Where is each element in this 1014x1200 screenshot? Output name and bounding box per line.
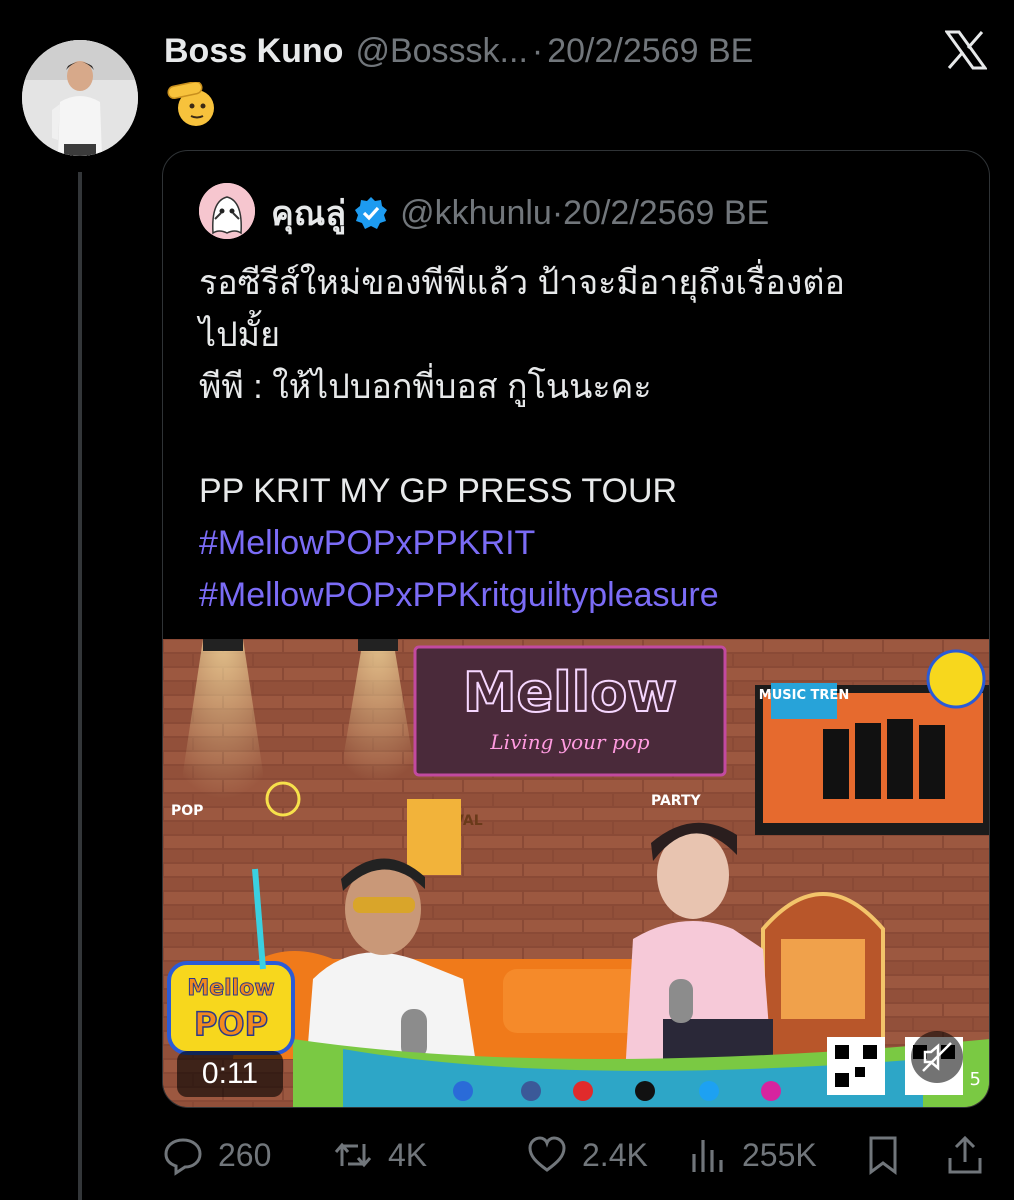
video-player[interactable]: Mellow Living your pop MUSIC TREN POP PA…	[163, 639, 989, 1107]
share-icon	[948, 1135, 982, 1174]
heart-icon	[528, 1136, 566, 1172]
reply-icon	[164, 1138, 202, 1176]
views-count: 255K	[742, 1136, 817, 1173]
hashtag-link[interactable]: #MellowPOPxPPKritguiltypleasure	[199, 569, 969, 621]
views-button[interactable]: 255K	[686, 1130, 817, 1180]
tv-label: MUSIC TREN	[759, 688, 849, 703]
neon-sign: Mellow	[463, 661, 677, 724]
quote-text-line: รอซีรีส์ใหม่ของพีพีแล้ว ป้าจะมีอายุถึงเร…	[199, 264, 845, 302]
author-handle[interactable]: @Bosssk...	[355, 32, 527, 71]
bookmark-button[interactable]	[862, 1130, 904, 1180]
viewer-count: 5	[970, 1069, 981, 1090]
action-bar: 260 4K 2.4K 255K	[162, 1130, 992, 1180]
verified-badge-icon	[355, 197, 388, 229]
reply-button[interactable]: 260	[162, 1130, 271, 1180]
repost-button[interactable]: 4K	[332, 1130, 427, 1180]
repost-icon	[334, 1142, 372, 1168]
reply-count: 260	[218, 1136, 272, 1173]
separator: ·	[531, 31, 544, 70]
like-count: 2.4K	[582, 1136, 648, 1173]
hashtag-link[interactable]: #MellowPOPxPPKRIT	[199, 517, 969, 569]
quote-author-avatar[interactable]	[199, 183, 255, 239]
pop-tag: POP	[171, 803, 203, 819]
tweet-header: Boss Kuno @Bosssk... · 20/2/2569 BE	[164, 26, 914, 76]
bookmark-icon	[869, 1136, 897, 1175]
logo-mellow: Mellow	[187, 976, 274, 1001]
party-tag: PARTY	[651, 793, 702, 809]
author-name[interactable]: Boss Kuno	[164, 32, 343, 71]
quote-text-line: พีพี : ให้ไปบอกพี่บอส กูโนนะคะ	[199, 368, 652, 406]
tweet-date[interactable]: 20/2/2569 BE	[547, 32, 753, 71]
neon-subtitle: Living your pop	[489, 730, 649, 754]
author-avatar[interactable]	[22, 40, 138, 156]
quote-author-name[interactable]: คุณลู่	[271, 186, 346, 240]
quote-text: รอซีรีส์ใหม่ของพีพีแล้ว ป้าจะมีอายุถึงเร…	[199, 257, 969, 621]
saluting-face-emoji	[166, 80, 216, 128]
quote-text-line: ไปมั้ย	[199, 316, 281, 354]
x-logo-icon[interactable]	[944, 30, 988, 70]
video-frame: Mellow Living your pop MUSIC TREN POP PA…	[163, 639, 989, 1107]
quote-header: คุณลู่ @kkhunlu · 20/2/2569 BE	[271, 185, 769, 241]
quote-text-line: PP KRIT MY GP PRESS TOUR	[199, 472, 678, 510]
repost-count: 4K	[388, 1136, 428, 1173]
quote-author-handle[interactable]: @kkhunlu	[400, 194, 552, 233]
quoted-tweet[interactable]: คุณลู่ @kkhunlu · 20/2/2569 BE รอซีรีส์ใ…	[162, 150, 990, 1108]
separator: ·	[551, 193, 564, 232]
like-button[interactable]: 2.4K	[526, 1130, 648, 1180]
logo-pop: POP	[194, 1005, 268, 1043]
share-button[interactable]	[944, 1130, 986, 1180]
thread-line	[78, 172, 82, 1200]
quote-date[interactable]: 20/2/2569 BE	[563, 194, 769, 233]
speaker-muted-icon	[922, 1042, 952, 1072]
mute-button[interactable]	[911, 1031, 963, 1083]
video-duration: 0:11	[177, 1051, 283, 1097]
quote-text-line	[199, 413, 969, 465]
views-icon	[692, 1140, 723, 1172]
